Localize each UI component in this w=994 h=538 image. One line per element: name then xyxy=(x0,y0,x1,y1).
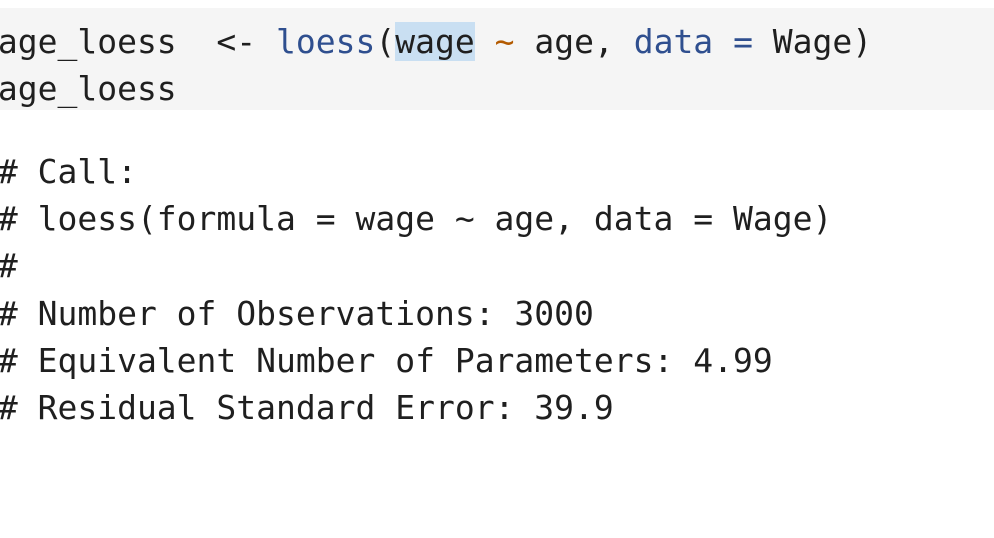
code-paren: ( xyxy=(375,22,396,61)
code-function-name: loess xyxy=(276,22,376,61)
output-line: ## Call: xyxy=(0,152,137,191)
output-line: ## xyxy=(0,242,18,289)
code-text: age, xyxy=(514,22,634,61)
output-line: ## loess(formula = wage ~ age, data = Wa… xyxy=(0,199,833,238)
code-line-assign[interactable]: wage_loess <- loess(wage ~ age, data = W… xyxy=(0,18,872,65)
output-line: ## Equivalent Number of Parameters: 4.99 xyxy=(0,341,773,380)
code-argument-name: data xyxy=(633,22,714,61)
code-equals-operator: = xyxy=(733,22,753,61)
code-tilde-operator: ~ xyxy=(494,22,515,61)
output-line: ## Number of Observations: 3000 xyxy=(0,294,594,333)
output-line: ## Residual Standard Error: 39.9 xyxy=(0,388,614,427)
code-assign-operator: <- xyxy=(176,22,277,61)
code-selected-text[interactable]: wage xyxy=(395,22,475,61)
code-chunk: wage_loess <- loess(wage ~ age, data = W… xyxy=(0,8,994,110)
code-variable: wage_loess xyxy=(0,22,177,61)
code-line-print[interactable]: wage_loess xyxy=(0,65,177,112)
code-text: Wage) xyxy=(752,22,873,61)
